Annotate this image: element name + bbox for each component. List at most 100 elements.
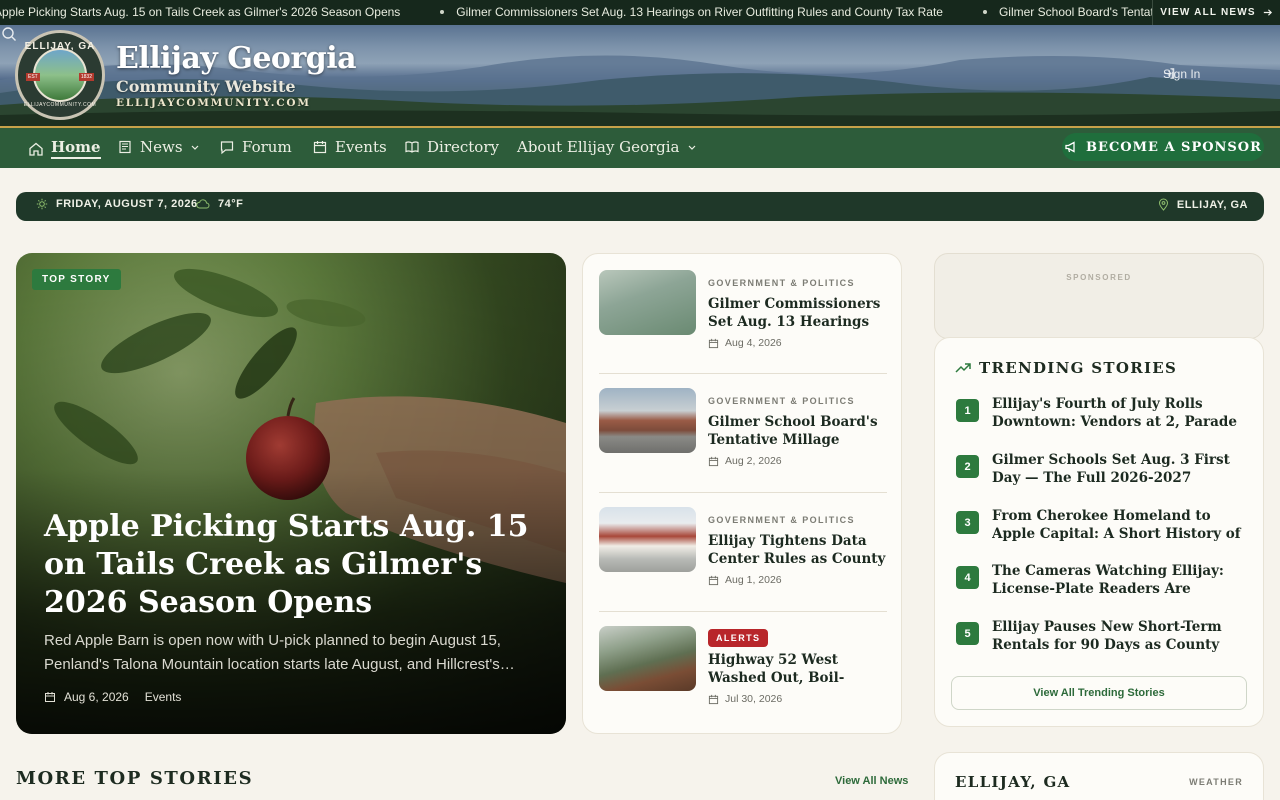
trending-item-title[interactable]: From Cherokee Homeland to Apple Capital:… <box>992 507 1244 543</box>
news-thumbnail <box>599 507 696 572</box>
news-date-text: Jul 30, 2026 <box>725 693 783 705</box>
hero-title[interactable]: Apple Picking Starts Aug. 15 on Tails Cr… <box>44 508 544 622</box>
ticker-item[interactable]: Apple Picking Starts Aug. 15 on Tails Cr… <box>0 5 400 19</box>
divider <box>599 611 887 612</box>
date-bar: FRIDAY, AUGUST 7, 2026 74°F ELLIJAY, GA <box>16 192 1264 221</box>
site-logo[interactable]: ELLIJAY, GA EST 1832 ELLIJAYCOMMUNITY.CO… <box>15 30 105 120</box>
news-title[interactable]: Gilmer Commissioners Set Aug. 13 Hearing… <box>708 295 888 331</box>
trending-item-title[interactable]: Ellijay Pauses New Short-Term Rentals fo… <box>992 618 1244 654</box>
trending-item[interactable]: 5 Ellijay Pauses New Short-Term Rentals … <box>955 618 1245 658</box>
news-date: Aug 4, 2026 <box>708 337 782 349</box>
trending-rank: 3 <box>956 511 979 534</box>
trending-item[interactable]: 4 The Cameras Watching Ellijay: License-… <box>955 562 1245 602</box>
calendar-icon <box>708 338 719 348</box>
main-nav: Home News Forum Events Directory About E… <box>0 126 1280 168</box>
nav-item-news[interactable]: News <box>117 138 200 156</box>
news-title[interactable]: Ellijay Tightens Data Center Rules as Co… <box>708 532 888 568</box>
trending-item[interactable]: 1 Ellijay's Fourth of July Rolls Downtow… <box>955 395 1245 435</box>
divider <box>599 373 887 374</box>
news-title[interactable]: Gilmer School Board's Tentative Millage … <box>708 413 888 449</box>
sign-in-icon <box>1164 68 1175 79</box>
sponsored-label: SPONSORED <box>1066 273 1132 282</box>
top-story-card[interactable]: TOP STORY Apple Picking Starts Aug. 15 o… <box>16 253 566 734</box>
news-date: Aug 1, 2026 <box>708 574 782 586</box>
ticker-item-text[interactable]: Gilmer Commissioners Set Aug. 13 Hearing… <box>456 5 943 19</box>
news-item[interactable]: GOVERNMENT & POLITICS Gilmer School Boar… <box>599 388 887 493</box>
calendar-icon <box>708 456 719 466</box>
site-title[interactable]: Ellijay Georgia <box>116 41 357 76</box>
sponsored-slot[interactable]: SPONSORED <box>934 253 1264 339</box>
trending-item-title[interactable]: Ellijay's Fourth of July Rolls Downtown:… <box>992 395 1244 431</box>
cloud-icon <box>196 199 210 209</box>
news-category: GOVERNMENT & POLITICS <box>708 515 855 525</box>
weather-label: WEATHER <box>1189 777 1243 787</box>
news-thumbnail <box>599 270 696 335</box>
temp-label: 74°F <box>218 198 244 210</box>
nav-item-directory[interactable]: Directory <box>404 138 499 156</box>
newspaper-icon <box>119 140 131 154</box>
news-ticker: Apple Picking Starts Aug. 15 on Tails Cr… <box>0 0 1280 25</box>
view-all-news-link[interactable]: VIEW ALL NEWS <box>1152 0 1280 25</box>
trending-item[interactable]: 3 From Cherokee Homeland to Apple Capita… <box>955 507 1245 547</box>
nav-item-forum[interactable]: Forum <box>219 138 292 156</box>
megaphone-icon <box>1065 141 1075 153</box>
news-item[interactable]: GOVERNMENT & POLITICS Ellijay Tightens D… <box>599 507 887 612</box>
arrow-right-icon <box>1263 9 1272 16</box>
view-all-news-button[interactable]: View All News <box>835 775 908 787</box>
map-pin-icon <box>1158 198 1168 211</box>
trending-up-icon <box>955 363 971 373</box>
calendar-icon <box>313 141 327 154</box>
weather-location: ELLIJAY, GA <box>955 773 1071 791</box>
nav-item-home[interactable]: Home <box>28 138 101 159</box>
news-item[interactable]: GOVERNMENT & POLITICS Gilmer Commissione… <box>599 270 887 375</box>
trending-item-title[interactable]: Gilmer Schools Set Aug. 3 First Day — Th… <box>992 451 1244 487</box>
trending-item[interactable]: 2 Gilmer Schools Set Aug. 3 First Day — … <box>955 451 1245 491</box>
logo-year: 1832 <box>78 73 94 81</box>
ticker-item[interactable]: Gilmer Commissioners Set Aug. 13 Hearing… <box>440 5 943 19</box>
news-date-text: Aug 1, 2026 <box>725 574 782 586</box>
hero-date: Aug 6, 2026 <box>64 690 129 704</box>
hero-category[interactable]: Events <box>145 690 182 704</box>
top-story-badge: TOP STORY <box>32 269 121 290</box>
trending-item-title[interactable]: The Cameras Watching Ellijay: License-Pl… <box>992 562 1244 598</box>
trending-header: TRENDING STORIES <box>955 359 1177 377</box>
trending-stories: TRENDING STORIES 1 Ellijay's Fourth of J… <box>934 337 1264 727</box>
trending-rank: 2 <box>956 455 979 478</box>
search-icon[interactable] <box>0 25 18 43</box>
sign-in-link[interactable]: Sign In <box>1163 67 1200 81</box>
view-all-trending-button[interactable]: View All Trending Stories <box>951 676 1247 710</box>
chevron-down-icon <box>688 145 695 150</box>
logo-text: ELLIJAY, GA <box>24 41 96 52</box>
current-location: ELLIJAY, GA <box>1158 198 1248 211</box>
nav-item-about[interactable]: About Ellijay Georgia <box>517 138 697 156</box>
site-domain: ELLIJAYCOMMUNITY.COM <box>116 97 311 109</box>
bullet-icon <box>440 10 445 14</box>
calendar-icon <box>708 575 719 585</box>
news-date: Jul 30, 2026 <box>708 693 782 705</box>
ticker-item-text[interactable]: Apple Picking Starts Aug. 15 on Tails Cr… <box>0 5 400 19</box>
sponsor-label: BECOME A SPONSOR <box>1086 139 1262 155</box>
chat-icon <box>220 141 234 155</box>
sun-icon <box>36 198 48 210</box>
news-item[interactable]: ALERTS Highway 52 West Washed Out, Boil-… <box>599 626 887 731</box>
current-temp: 74°F <box>196 198 243 210</box>
hero-meta: Aug 6, 2026 Events <box>44 690 181 704</box>
nav-label: Home <box>51 138 101 159</box>
bullet-icon <box>982 10 987 14</box>
news-thumbnail <box>599 626 696 691</box>
calendar-icon <box>45 692 55 702</box>
home-icon <box>29 142 43 156</box>
news-thumbnail <box>599 388 696 453</box>
more-top-stories-heading: MORE TOP STORIES <box>16 768 254 789</box>
date-label: FRIDAY, AUGUST 7, 2026 <box>56 198 198 210</box>
become-sponsor-button[interactable]: BECOME A SPONSOR <box>1062 133 1264 161</box>
calendar-icon <box>708 694 719 704</box>
ticker-track: Apple Picking Starts Aug. 15 on Tails Cr… <box>0 5 1260 19</box>
alert-badge: ALERTS <box>708 629 769 647</box>
news-title[interactable]: Highway 52 West Washed Out, Boil-Water A… <box>708 651 888 687</box>
nav-item-events[interactable]: Events <box>312 138 387 156</box>
nav-label: Directory <box>427 138 499 156</box>
logo-domain: ELLIJAYCOMMUNITY.COM <box>23 102 97 108</box>
news-date: Aug 2, 2026 <box>708 455 782 467</box>
chevron-down-icon <box>191 145 198 150</box>
